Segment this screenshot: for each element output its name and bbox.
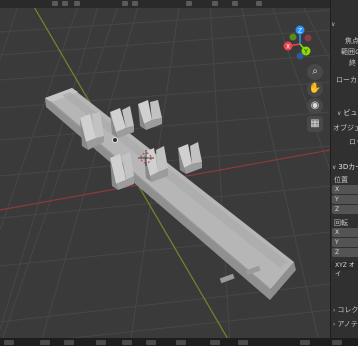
camera-icon[interactable]: ◉ xyxy=(307,98,323,114)
clip-end-label: 終 xyxy=(349,59,356,67)
header-button[interactable] xyxy=(256,1,262,6)
view-lock-section-header[interactable]: ∨ ビュ xyxy=(337,108,358,118)
neg-z-handle[interactable] xyxy=(296,52,304,60)
chevron-right-icon: › xyxy=(333,321,336,328)
timeline-button[interactable] xyxy=(122,340,132,345)
header-button[interactable] xyxy=(132,1,138,6)
sidebar-panel: ∨ 焦点距 範囲の開 終 ローカルカ ∨ビュ オブジェク ロッ ∨3Dカー 位置… xyxy=(330,0,358,338)
cursor-rotation-y[interactable]: Y xyxy=(332,238,358,247)
cursor-rotation-z[interactable]: Z xyxy=(332,248,358,257)
3d-cursor-section-header[interactable]: ∨3Dカー xyxy=(332,162,358,172)
clip-2[interactable] xyxy=(110,106,134,138)
clip-6[interactable] xyxy=(178,142,202,174)
zoom-icon[interactable]: ⌕ xyxy=(307,64,323,80)
neg-y-handle[interactable] xyxy=(289,33,297,41)
rotation-mode-dropdown[interactable]: XYZ オイ xyxy=(332,261,358,278)
focal-length-label: 焦点距 xyxy=(345,37,358,45)
cursor-location-x[interactable]: X xyxy=(332,185,358,194)
timeline-button[interactable] xyxy=(64,340,74,345)
grid-icon[interactable]: ▦ xyxy=(307,116,323,132)
3d-viewport[interactable]: Z X Y ⌕ ✋ ◉ ▦ xyxy=(0,0,330,346)
timeline-button[interactable] xyxy=(146,340,156,345)
timeline-button[interactable] xyxy=(210,340,220,345)
clip-start-label: 範囲の開 xyxy=(341,48,358,56)
timeline-strip xyxy=(0,338,358,346)
object-origin[interactable] xyxy=(112,137,118,143)
hand-icon[interactable]: ✋ xyxy=(307,81,323,97)
cursor-location-z[interactable]: Z xyxy=(332,205,358,214)
timeline-button[interactable] xyxy=(238,340,248,345)
timeline-button[interactable] xyxy=(40,340,50,345)
clip-3[interactable] xyxy=(138,100,162,130)
header-button[interactable] xyxy=(186,1,192,6)
header-button[interactable] xyxy=(212,1,218,6)
lock-label: ロッ xyxy=(349,138,358,146)
timeline-button[interactable] xyxy=(176,340,186,345)
lock-object-label: オブジェク xyxy=(333,124,358,132)
header-strip xyxy=(0,0,330,8)
location-label: 位置 xyxy=(334,176,348,184)
neg-x-handle[interactable] xyxy=(304,34,312,42)
z-label: Z xyxy=(298,28,302,35)
navigation-gizmo[interactable]: Z X Y xyxy=(278,22,318,62)
chevron-down-icon: ∨ xyxy=(331,21,336,28)
header-button[interactable] xyxy=(232,1,238,6)
rotation-label: 回転 xyxy=(334,219,348,227)
chevron-right-icon: › xyxy=(333,307,336,314)
header-button[interactable] xyxy=(62,1,68,6)
timeline-button[interactable] xyxy=(96,340,106,345)
timeline-button[interactable] xyxy=(4,340,14,345)
chevron-down-icon: ∨ xyxy=(332,164,337,171)
y-label: Y xyxy=(303,49,308,56)
timeline-button[interactable] xyxy=(332,340,342,345)
annotations-section-header[interactable]: › アノテ xyxy=(333,319,358,329)
cursor-location-y[interactable]: Y xyxy=(332,195,358,204)
header-button[interactable] xyxy=(74,1,80,6)
local-camera-label: ローカルカ xyxy=(336,76,358,84)
x-label: X xyxy=(286,44,290,51)
cursor-rotation-x[interactable]: X xyxy=(332,228,358,237)
collections-section-header[interactable]: › コレク xyxy=(333,305,358,315)
chevron-down-icon: ∨ xyxy=(337,110,342,117)
clip-5[interactable] xyxy=(144,146,168,182)
view-section-header[interactable]: ∨ xyxy=(331,20,358,28)
header-button[interactable] xyxy=(52,1,58,6)
header-button[interactable] xyxy=(122,1,128,6)
mesh-object[interactable] xyxy=(45,88,296,300)
blender-window: Z X Y ⌕ ✋ ◉ ▦ ∨ 焦点距 範囲の開 終 ローカルカ ∨ビュ オブジ… xyxy=(0,0,358,346)
timeline-button[interactable] xyxy=(300,340,310,345)
